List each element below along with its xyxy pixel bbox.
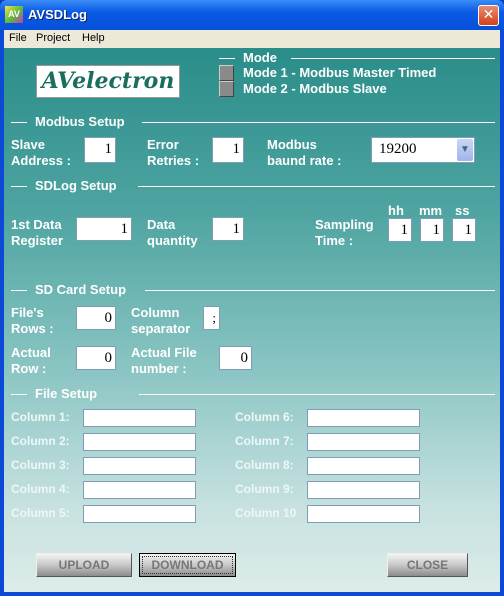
divider	[219, 58, 235, 59]
column-5-label: Column 5:	[11, 506, 70, 520]
sdlog-setup-header: SDLog Setup	[35, 178, 117, 193]
divider	[142, 122, 495, 123]
first-register-label: 1st Data Register	[11, 217, 64, 248]
modbus-setup-header: Modbus Setup	[35, 114, 125, 129]
column-9-label: Column 9:	[235, 482, 294, 496]
file-rows-label: File's Rows :	[11, 305, 54, 336]
ss-label: ss	[455, 203, 470, 218]
column-6-input[interactable]	[307, 409, 420, 427]
avelectron-logo: AVelectron	[36, 65, 180, 98]
column-1-label: Column 1:	[11, 410, 70, 424]
menu-bar: File Project Help	[4, 30, 500, 48]
column-1-input[interactable]	[83, 409, 196, 427]
data-quantity-label: Data quantity	[147, 217, 198, 248]
column-6-label: Column 6:	[235, 410, 294, 424]
divider	[11, 186, 27, 187]
chevron-down-icon[interactable]: ▼	[457, 139, 473, 161]
column-8-label: Column 8:	[235, 458, 294, 472]
column-7-input[interactable]	[307, 433, 420, 451]
menu-project[interactable]: Project	[36, 32, 70, 44]
ss-input[interactable]: 1	[452, 218, 476, 242]
title-bar: AV AVSDLog ✕	[0, 0, 504, 30]
menu-file[interactable]: File	[9, 32, 27, 44]
baud-rate-label: Modbus baund rate :	[267, 137, 342, 168]
divider	[138, 186, 495, 187]
column-4-label: Column 4:	[11, 482, 70, 496]
actual-row-label: Actual Row :	[11, 345, 51, 376]
column-separator-label: Column separator	[131, 305, 191, 336]
mm-input[interactable]: 1	[420, 218, 444, 242]
divider	[139, 394, 495, 395]
file-rows-input[interactable]: 0	[76, 306, 116, 330]
baud-rate-value: 19200	[379, 141, 417, 157]
column-9-input[interactable]	[307, 481, 420, 499]
app-icon: AV	[5, 6, 23, 23]
actual-row-input[interactable]: 0	[76, 346, 116, 370]
hh-label: hh	[388, 203, 404, 218]
column-4-input[interactable]	[83, 481, 196, 499]
sampling-time-label: Sampling Time :	[315, 217, 374, 248]
data-quantity-input[interactable]: 1	[212, 217, 244, 241]
app-window: AV AVSDLog ✕ File Project Help AVelectro…	[0, 0, 504, 596]
actual-file-input[interactable]: 0	[219, 346, 252, 370]
sd-card-setup-header: SD Card Setup	[35, 282, 127, 297]
baud-rate-select[interactable]: 19200 ▼	[371, 137, 475, 163]
mode-1-label: Mode 1 - Modbus Master Timed	[243, 65, 437, 80]
column-2-input[interactable]	[83, 433, 196, 451]
column-10-label: Column 10	[235, 506, 297, 520]
divider	[291, 58, 495, 59]
first-register-input[interactable]: 1	[76, 217, 132, 241]
file-setup-header: File Setup	[35, 386, 98, 401]
upload-button[interactable]: UPLOAD	[36, 553, 132, 577]
actual-file-label: Actual File number :	[131, 345, 197, 376]
column-2-label: Column 2:	[11, 434, 70, 448]
column-separator-input[interactable]: ;	[203, 306, 220, 330]
mode-2-button[interactable]	[219, 81, 234, 97]
column-3-input[interactable]	[83, 457, 196, 475]
divider	[11, 394, 27, 395]
divider	[145, 290, 495, 291]
menu-help[interactable]: Help	[82, 32, 105, 44]
error-retries-input[interactable]: 1	[212, 137, 244, 163]
mode-1-button[interactable]	[219, 65, 234, 81]
mm-label: mm	[419, 203, 443, 218]
close-button[interactable]: CLOSE	[387, 553, 468, 577]
mode-2-label: Mode 2 - Modbus Slave	[243, 81, 387, 96]
mode-header: Mode	[243, 50, 277, 65]
column-8-input[interactable]	[307, 457, 420, 475]
window-title: AVSDLog	[28, 7, 87, 22]
slave-address-label: Slave Address :	[11, 137, 71, 168]
error-retries-label: Error Retries :	[147, 137, 200, 168]
column-10-input[interactable]	[307, 505, 420, 523]
column-3-label: Column 3:	[11, 458, 70, 472]
slave-address-input[interactable]: 1	[84, 137, 116, 163]
main-panel: AVelectron Mode Mode 1 - Modbus Master T…	[4, 48, 500, 592]
column-7-label: Column 7:	[235, 434, 294, 448]
divider	[11, 122, 27, 123]
column-5-input[interactable]	[83, 505, 196, 523]
hh-input[interactable]: 1	[388, 218, 412, 242]
window-close-button[interactable]: ✕	[478, 5, 499, 26]
divider	[11, 290, 27, 291]
download-button[interactable]: DOWNLOAD	[139, 553, 236, 577]
